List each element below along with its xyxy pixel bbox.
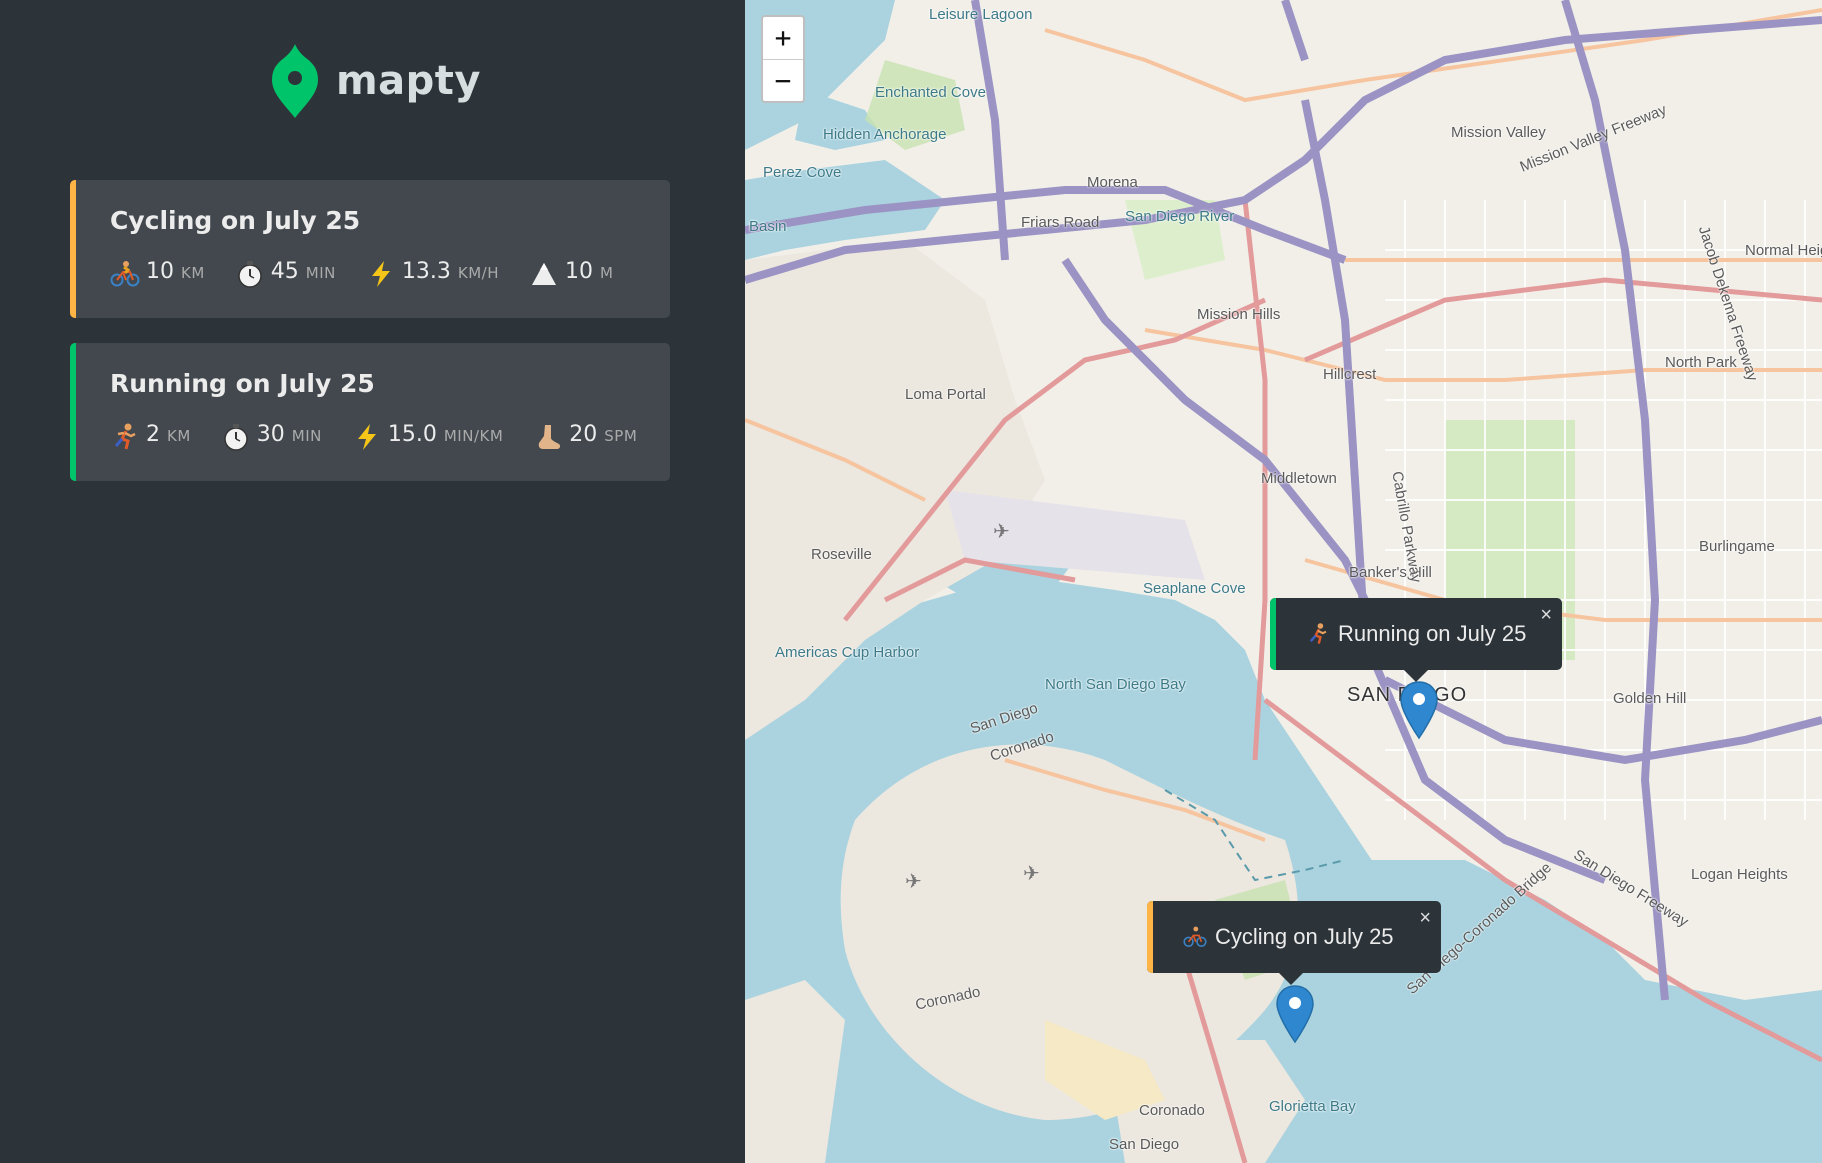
bicycle-icon bbox=[1183, 926, 1207, 947]
detail-value: 30 bbox=[256, 422, 285, 447]
detail-value: 10 bbox=[146, 259, 174, 284]
close-icon[interactable]: × bbox=[1419, 907, 1431, 930]
map-label: Coronado bbox=[1139, 1102, 1205, 1119]
detail-value: 20 bbox=[569, 422, 598, 447]
bicycle-icon bbox=[110, 261, 140, 287]
detail-duration: 30 MIN bbox=[221, 422, 322, 452]
map-label: Basin bbox=[749, 218, 787, 235]
detail-value: 13.3 bbox=[401, 259, 451, 284]
runner-icon bbox=[1309, 623, 1327, 644]
detail-value: 45 bbox=[270, 259, 299, 284]
detail-pace: 15.0 MIN/KM bbox=[352, 422, 503, 452]
logo: mapty bbox=[272, 42, 481, 120]
map-label: Burlingame bbox=[1699, 538, 1775, 555]
map-label: Hillcrest bbox=[1323, 366, 1377, 383]
app-name: mapty bbox=[336, 58, 481, 104]
workout-details: 10 KM 45 MIN 13.3 KM/H 10 M bbox=[110, 259, 670, 289]
popup-text: Cycling on July 25 bbox=[1215, 924, 1394, 949]
workout-card-running[interactable]: Running on July 25 2 KM 30 MIN 15.0 MIN/… bbox=[70, 343, 670, 481]
map-label: Americas Cup Harbor bbox=[775, 644, 920, 661]
detail-unit: KM bbox=[181, 264, 205, 282]
map-label: Normal Heights bbox=[1745, 242, 1822, 259]
map-pin-logo-icon bbox=[272, 44, 318, 118]
runner-icon bbox=[114, 423, 136, 450]
map-label: Middletown bbox=[1261, 470, 1337, 487]
foot-icon bbox=[539, 425, 561, 449]
detail-cadence: 20 SPM bbox=[533, 422, 637, 452]
detail-value: 15.0 bbox=[387, 422, 437, 447]
map-label: Leisure Lagoon bbox=[929, 6, 1033, 23]
map-marker-running[interactable] bbox=[1399, 680, 1439, 740]
popup-text: Running on July 25 bbox=[1338, 621, 1527, 646]
detail-unit: MIN bbox=[305, 264, 336, 282]
detail-elevation: 10 M bbox=[529, 259, 613, 289]
workout-popup-cycling[interactable]: Cycling on July 25 × bbox=[1147, 901, 1441, 985]
map-label: Seaplane Cove bbox=[1143, 580, 1246, 597]
detail-distance: 2 KM bbox=[110, 422, 191, 452]
mountain-icon bbox=[531, 263, 556, 285]
popup-tip bbox=[1277, 971, 1305, 985]
workout-title: Running on July 25 bbox=[110, 369, 375, 398]
map-label: Roseville bbox=[811, 546, 872, 563]
map-label: Friars Road bbox=[1021, 214, 1100, 231]
map-label: Enchanted Cove bbox=[875, 84, 986, 101]
map-label: San Diego River bbox=[1125, 208, 1235, 225]
stopwatch-icon bbox=[224, 424, 248, 451]
detail-unit: MIN/KM bbox=[443, 427, 504, 445]
sidebar: mapty Cycling on July 25 10 KM 45 MIN 13… bbox=[0, 0, 745, 1163]
zoom-control: + − bbox=[761, 15, 805, 103]
detail-unit: KM/H bbox=[457, 264, 499, 282]
map-label: Golden Hill bbox=[1613, 690, 1687, 707]
map-label: San Diego bbox=[1109, 1136, 1180, 1153]
detail-distance: 10 KM bbox=[110, 259, 205, 289]
detail-value: 10 bbox=[564, 259, 593, 284]
lightning-icon bbox=[371, 261, 390, 287]
detail-unit: SPM bbox=[604, 427, 638, 445]
map-label: North San Diego Bay bbox=[1045, 676, 1186, 693]
map-label: Logan Heights bbox=[1691, 866, 1788, 883]
map-label: Mission Hills bbox=[1197, 306, 1281, 323]
detail-unit: MIN bbox=[291, 427, 322, 445]
app-root: mapty Cycling on July 25 10 KM 45 MIN 13… bbox=[0, 0, 1822, 1163]
svg-text:✈: ✈ bbox=[905, 869, 922, 893]
map-label: Hidden Anchorage bbox=[823, 126, 947, 143]
workout-popup-running[interactable]: Running on July 25 × bbox=[1270, 598, 1562, 682]
svg-text:✈: ✈ bbox=[993, 519, 1010, 543]
detail-speed: 13.3 KM/H bbox=[366, 259, 499, 289]
map-marker-cycling[interactable] bbox=[1275, 984, 1315, 1044]
detail-unit: KM bbox=[167, 427, 191, 445]
svg-text:✈: ✈ bbox=[1023, 861, 1040, 885]
map-label: North Park bbox=[1665, 354, 1737, 371]
detail-value: 2 bbox=[146, 422, 160, 447]
map[interactable]: ✈ ✈ ✈ Leisure Lagoon Enchanted Cove Hidd… bbox=[745, 0, 1822, 1163]
workout-card-cycling[interactable]: Cycling on July 25 10 KM 45 MIN 13.3 KM/… bbox=[70, 180, 670, 318]
zoom-in-button[interactable]: + bbox=[763, 17, 803, 60]
zoom-out-button[interactable]: − bbox=[763, 60, 803, 102]
workout-title: Cycling on July 25 bbox=[110, 206, 361, 235]
workout-details: 2 KM 30 MIN 15.0 MIN/KM 20 SPM bbox=[110, 422, 670, 452]
map-label: Perez Cove bbox=[763, 164, 842, 181]
map-label: Glorietta Bay bbox=[1269, 1098, 1356, 1115]
map-label: Mission Valley bbox=[1451, 124, 1546, 141]
stopwatch-icon bbox=[238, 261, 262, 288]
close-icon[interactable]: × bbox=[1540, 604, 1552, 627]
detail-unit: M bbox=[599, 264, 614, 282]
detail-duration: 45 MIN bbox=[235, 259, 336, 289]
map-label: Loma Portal bbox=[905, 386, 986, 403]
lightning-icon bbox=[357, 424, 376, 450]
map-label: Morena bbox=[1087, 174, 1138, 191]
